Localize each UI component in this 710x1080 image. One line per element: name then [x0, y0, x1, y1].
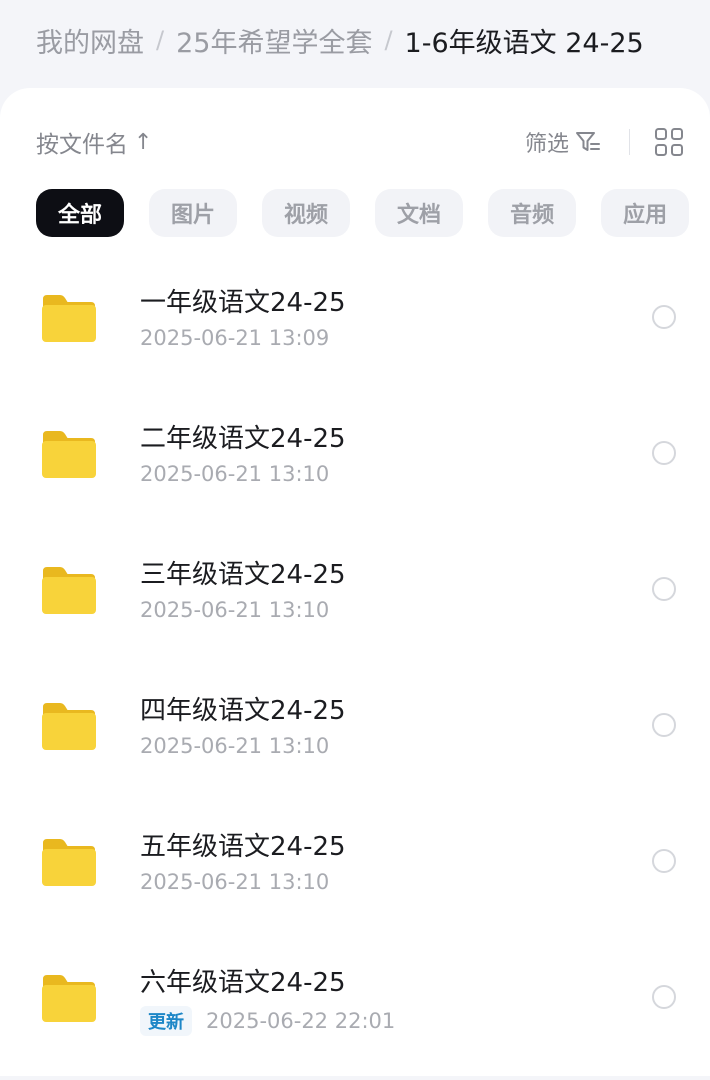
- file-type-filter-tabs: 全部 图片 视频 文档 音频 应用: [36, 189, 710, 237]
- folder-row[interactable]: 二年级语文24-25 2025-06-21 13:10: [0, 400, 710, 536]
- breadcrumb-item-current-folder: 1-6年级语文 24-25: [404, 27, 644, 59]
- folder-icon: [42, 703, 96, 750]
- chip-audio[interactable]: 音频: [488, 189, 577, 237]
- file-list: 一年级语文24-25 2025-06-21 13:09 二年级语文24-25 2…: [0, 264, 710, 1080]
- radio-circle-icon[interactable]: [652, 849, 676, 873]
- toolbar: 按文件名 ↑ 筛选: [36, 122, 684, 162]
- folder-name: 四年级语文24-25: [140, 696, 346, 726]
- chip-apps[interactable]: 应用: [601, 189, 690, 237]
- file-list-panel: 按文件名 ↑ 筛选 全部 图片 视频 文档 音频 应用 一年级语文24-25 2…: [0, 88, 710, 1076]
- folder-meta: 2025-06-21 13:10: [140, 462, 329, 486]
- folder-icon: [42, 295, 96, 342]
- modified-date: 2025-06-21 13:09: [140, 326, 330, 350]
- toolbar-divider: [629, 129, 630, 155]
- folder-row[interactable]: 三年级语文24-25 2025-06-21 13:10: [0, 536, 710, 672]
- folder-name: 五年级语文24-25: [140, 832, 346, 862]
- folder-row[interactable]: 五年级语文24-25 2025-06-21 13:10: [0, 808, 710, 944]
- filter-button[interactable]: 筛选: [525, 126, 601, 158]
- modified-date: 2025-06-21 13:10: [140, 462, 330, 486]
- modified-date: 2025-06-22 22:01: [206, 1009, 396, 1033]
- sort-arrow-up-icon: ↑: [134, 129, 153, 155]
- folder-icon: [42, 431, 96, 478]
- folder-meta: 2025-06-21 13:10: [140, 734, 329, 758]
- filter-label: 筛选: [524, 132, 569, 157]
- chip-documents[interactable]: 文档: [375, 189, 464, 237]
- chip-all[interactable]: 全部: [36, 189, 125, 237]
- folder-icon: [42, 975, 96, 1022]
- radio-circle-icon[interactable]: [652, 305, 676, 329]
- folder-meta: 2025-06-21 13:09: [140, 326, 329, 350]
- radio-circle-icon[interactable]: [652, 985, 676, 1009]
- modified-date: 2025-06-21 13:10: [140, 870, 330, 894]
- chip-images[interactable]: 图片: [149, 189, 238, 237]
- radio-circle-icon[interactable]: [652, 713, 676, 737]
- folder-row[interactable]: 六年级语文24-25 更新 2025-06-22 22:01: [0, 944, 710, 1080]
- folder-name: 六年级语文24-25: [140, 968, 346, 998]
- breadcrumb-separator: /: [156, 26, 165, 54]
- sort-button[interactable]: 按文件名 ↑: [36, 125, 152, 159]
- breadcrumb-item-parent-folder[interactable]: 25年希望学全套: [176, 21, 372, 60]
- modified-date: 2025-06-21 13:10: [140, 734, 330, 758]
- folder-meta: 2025-06-21 13:10: [140, 870, 329, 894]
- update-badge: 更新: [140, 1006, 192, 1036]
- folder-name: 三年级语文24-25: [140, 560, 346, 590]
- folder-icon: [42, 567, 96, 614]
- sort-label: 按文件名: [36, 132, 128, 158]
- filter-icon: [576, 132, 600, 151]
- folder-row[interactable]: 四年级语文24-25 2025-06-21 13:10: [0, 672, 710, 808]
- radio-circle-icon[interactable]: [652, 441, 676, 465]
- folder-icon: [42, 839, 96, 886]
- radio-circle-icon[interactable]: [652, 577, 676, 601]
- grid-view-icon[interactable]: [654, 127, 684, 157]
- folder-name: 二年级语文24-25: [140, 424, 346, 454]
- chip-videos[interactable]: 视频: [262, 189, 351, 237]
- folder-meta: 2025-06-21 13:10: [140, 598, 329, 622]
- folder-meta: 更新 2025-06-22 22:01: [140, 1006, 395, 1036]
- folder-name: 一年级语文24-25: [140, 288, 346, 318]
- modified-date: 2025-06-21 13:10: [140, 598, 330, 622]
- breadcrumb-separator: /: [384, 26, 393, 54]
- breadcrumb-item-my-drive[interactable]: 我的网盘: [36, 21, 144, 60]
- breadcrumb: 我的网盘 / 25年希望学全套 / 1-6年级语文 24-25: [36, 18, 710, 62]
- folder-row[interactable]: 一年级语文24-25 2025-06-21 13:09: [0, 264, 710, 400]
